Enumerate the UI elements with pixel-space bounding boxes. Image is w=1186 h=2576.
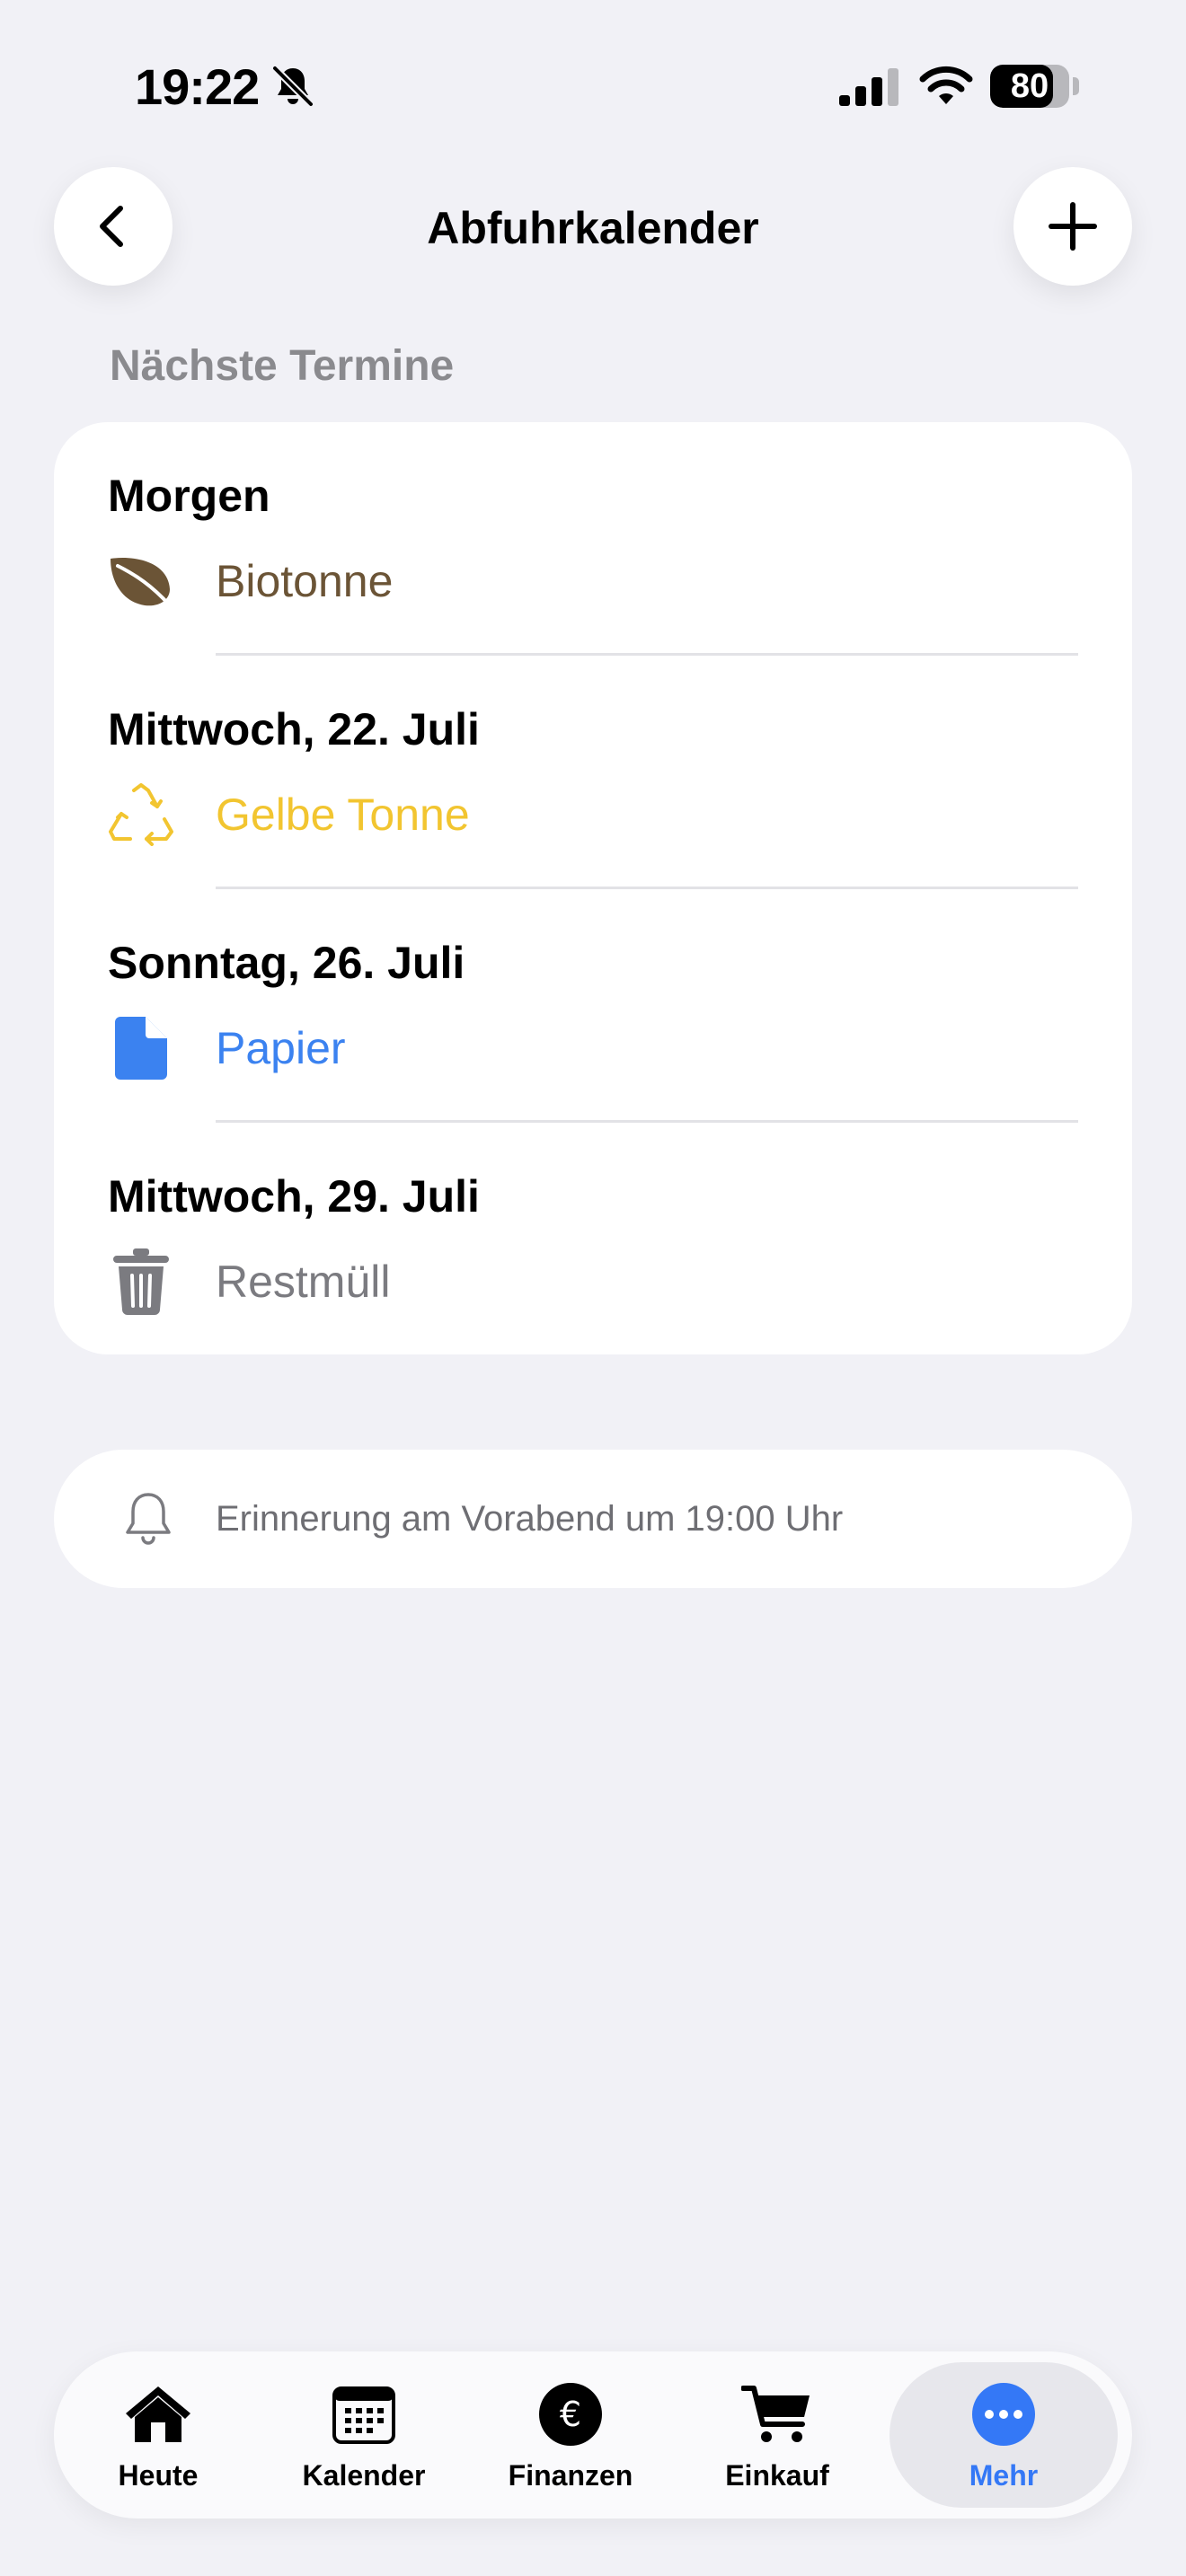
tab-finanzen[interactable]: € Finanzen <box>467 2351 674 2519</box>
recycle-icon <box>108 781 174 848</box>
house-icon <box>122 2378 194 2450</box>
page-title: Abfuhrkalender <box>427 203 759 253</box>
reminder-text: Erinnerung am Vorabend um 19:00 Uhr <box>216 1499 844 1539</box>
document-icon <box>108 1015 174 1081</box>
euro-circle-icon: € <box>535 2378 606 2450</box>
svg-text:€: € <box>560 2395 581 2434</box>
battery-icon: 80 <box>990 63 1080 110</box>
status-time: 19:22 <box>135 58 260 115</box>
upcoming-pickups-card: Morgen Biotonne Mittwoch, 22. Juli Gelbe… <box>54 422 1132 1354</box>
tab-label: Einkauf <box>725 2459 829 2492</box>
tab-heute[interactable]: Heute <box>55 2351 261 2519</box>
trash-icon <box>108 1248 174 1315</box>
entry-date: Mittwoch, 29. Juli <box>108 1171 480 1222</box>
tab-label: Kalender <box>302 2459 426 2492</box>
entry-type: Biotonne <box>216 556 394 606</box>
wifi-icon <box>919 66 973 104</box>
entry-date: Sonntag, 26. Juli <box>108 938 465 988</box>
reminder-row[interactable]: Erinnerung am Vorabend um 19:00 Uhr <box>54 1450 1132 1588</box>
entry-type: Restmüll <box>216 1257 391 1307</box>
leaf-icon <box>108 548 174 614</box>
tab-label: Heute <box>118 2459 199 2492</box>
plus-icon <box>1049 202 1097 251</box>
calendar-icon <box>328 2378 400 2450</box>
ellipsis-circle-icon <box>968 2378 1040 2450</box>
bell-icon <box>126 1493 171 1545</box>
entry-date: Morgen <box>108 471 270 521</box>
pickup-entry-gelbe-tonne[interactable]: Mittwoch, 22. Juli Gelbe Tonne <box>54 656 1132 889</box>
add-button[interactable] <box>1013 167 1132 286</box>
tab-mehr[interactable]: Mehr <box>900 2351 1107 2519</box>
pickup-entry-biotonne[interactable]: Morgen Biotonne <box>54 422 1132 656</box>
tab-label: Mehr <box>969 2459 1039 2492</box>
tab-label: Finanzen <box>508 2459 633 2492</box>
entry-type: Papier <box>216 1023 346 1073</box>
entry-type: Gelbe Tonne <box>216 790 470 840</box>
tab-kalender[interactable]: Kalender <box>261 2351 467 2519</box>
section-label: Nächste Termine <box>110 342 455 390</box>
bell-slash-icon <box>271 65 314 108</box>
tab-bar: Heute Kalender € Finanzen Einkauf Mehr <box>54 2351 1132 2519</box>
cart-icon <box>741 2378 813 2450</box>
pickup-entry-restmuell[interactable]: Mittwoch, 29. Juli Restmüll <box>54 1123 1132 1356</box>
cellular-signal-icon <box>839 68 898 106</box>
tab-einkauf[interactable]: Einkauf <box>674 2351 881 2519</box>
battery-level-label: 80 <box>1010 67 1049 105</box>
pickup-entry-papier[interactable]: Sonntag, 26. Juli Papier <box>54 889 1132 1123</box>
entry-date: Mittwoch, 22. Juli <box>108 704 480 754</box>
